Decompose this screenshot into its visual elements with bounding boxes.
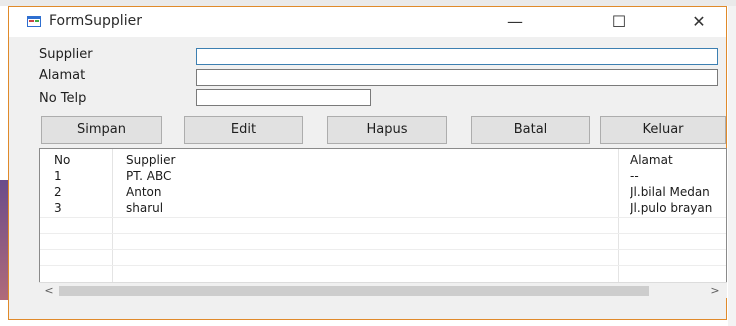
grid-row-line	[40, 249, 726, 250]
desktop-right-strip	[728, 6, 736, 326]
cell-no: 2	[54, 185, 62, 199]
cell-supplier: PT. ABC	[126, 169, 172, 183]
hapus-button[interactable]: Hapus	[327, 116, 447, 144]
cell-no: 1	[54, 169, 62, 183]
grid-row-line	[40, 217, 726, 218]
notelp-input[interactable]	[196, 89, 371, 106]
cell-alamat: Jl.pulo brayan	[630, 201, 713, 215]
cell-supplier: sharul	[126, 201, 164, 215]
form-app-icon	[27, 16, 41, 27]
supplier-label: Supplier	[39, 47, 93, 62]
desktop-left-strip	[0, 180, 8, 300]
column-header-alamat[interactable]: Alamat	[630, 153, 726, 167]
batal-button[interactable]: Batal	[471, 116, 590, 144]
supplier-grid[interactable]: No Supplier Alamat 1 PT. ABC -- 2 Anton …	[39, 148, 727, 298]
column-header-supplier[interactable]: Supplier	[126, 153, 596, 167]
window-title: FormSupplier	[49, 13, 142, 29]
minimize-icon[interactable]: —	[495, 10, 535, 34]
edit-button[interactable]: Edit	[184, 116, 303, 144]
alamat-label: Alamat	[39, 68, 86, 83]
maximize-icon[interactable]: ☐	[599, 10, 639, 34]
simpan-button[interactable]: Simpan	[41, 116, 162, 144]
keluar-button[interactable]: Keluar	[600, 116, 726, 144]
grid-header-row: No Supplier Alamat	[40, 152, 726, 168]
scroll-right-icon[interactable]: >	[707, 283, 723, 299]
grid-row-line	[40, 233, 726, 234]
title-bar[interactable]: FormSupplier — ☐ ✕	[9, 7, 726, 37]
cell-alamat: Jl.bilal Medan	[630, 185, 710, 199]
form-supplier-window: FormSupplier — ☐ ✕ Supplier Alamat No Te…	[8, 6, 727, 320]
notelp-label: No Telp	[39, 91, 87, 106]
cell-supplier: Anton	[126, 185, 162, 199]
close-icon[interactable]: ✕	[679, 10, 719, 34]
table-row[interactable]: 1 PT. ABC --	[40, 168, 726, 184]
supplier-input[interactable]	[196, 48, 718, 65]
column-header-no[interactable]: No	[54, 153, 94, 167]
scroll-left-icon[interactable]: <	[41, 283, 57, 299]
scroll-thumb[interactable]	[59, 286, 649, 296]
cell-no: 3	[54, 201, 62, 215]
horizontal-scrollbar[interactable]: < >	[39, 282, 727, 298]
table-row[interactable]: 3 sharul Jl.pulo brayan	[40, 200, 726, 216]
cell-alamat: --	[630, 169, 639, 183]
table-row[interactable]: 2 Anton Jl.bilal Medan	[40, 184, 726, 200]
alamat-input[interactable]	[196, 69, 718, 86]
grid-row-line	[40, 265, 726, 266]
